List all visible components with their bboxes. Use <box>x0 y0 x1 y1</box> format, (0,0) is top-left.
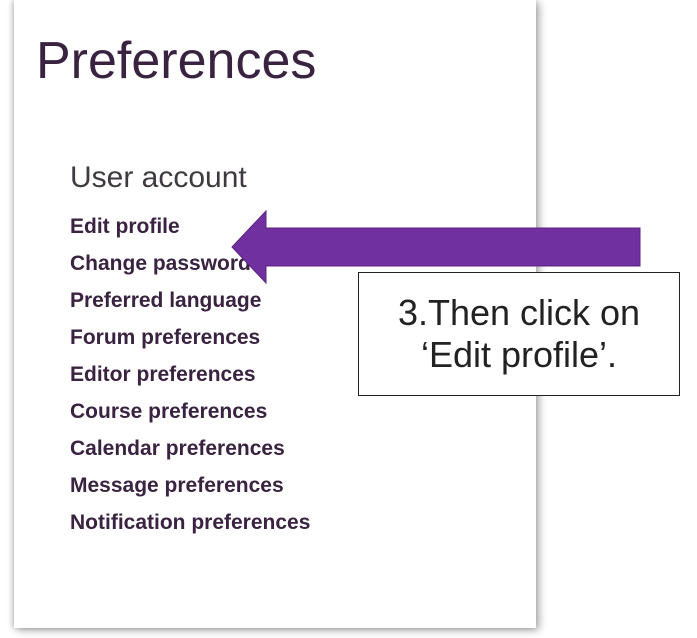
user-account-links: Edit profile Change password Preferred l… <box>70 208 310 541</box>
user-account-heading: User account <box>70 161 247 194</box>
change-password-link[interactable]: Change password <box>70 245 310 282</box>
edit-profile-link[interactable]: Edit profile <box>70 208 310 245</box>
instruction-callout: 3.Then click on ‘Edit profile’. <box>358 272 680 396</box>
message-preferences-link[interactable]: Message preferences <box>70 467 310 504</box>
calendar-preferences-link[interactable]: Calendar preferences <box>70 430 310 467</box>
screenshot-stage: Preferences User account Edit profile Ch… <box>0 0 697 638</box>
preferred-language-link[interactable]: Preferred language <box>70 282 310 319</box>
callout-line-1: 3.Then click on <box>397 292 641 333</box>
notification-preferences-link[interactable]: Notification preferences <box>70 504 310 541</box>
callout-line-2: ‘Edit profile’. <box>420 334 618 375</box>
editor-preferences-link[interactable]: Editor preferences <box>70 356 310 393</box>
course-preferences-link[interactable]: Course preferences <box>70 393 310 430</box>
forum-preferences-link[interactable]: Forum preferences <box>70 319 310 356</box>
page-title: Preferences <box>36 32 317 90</box>
